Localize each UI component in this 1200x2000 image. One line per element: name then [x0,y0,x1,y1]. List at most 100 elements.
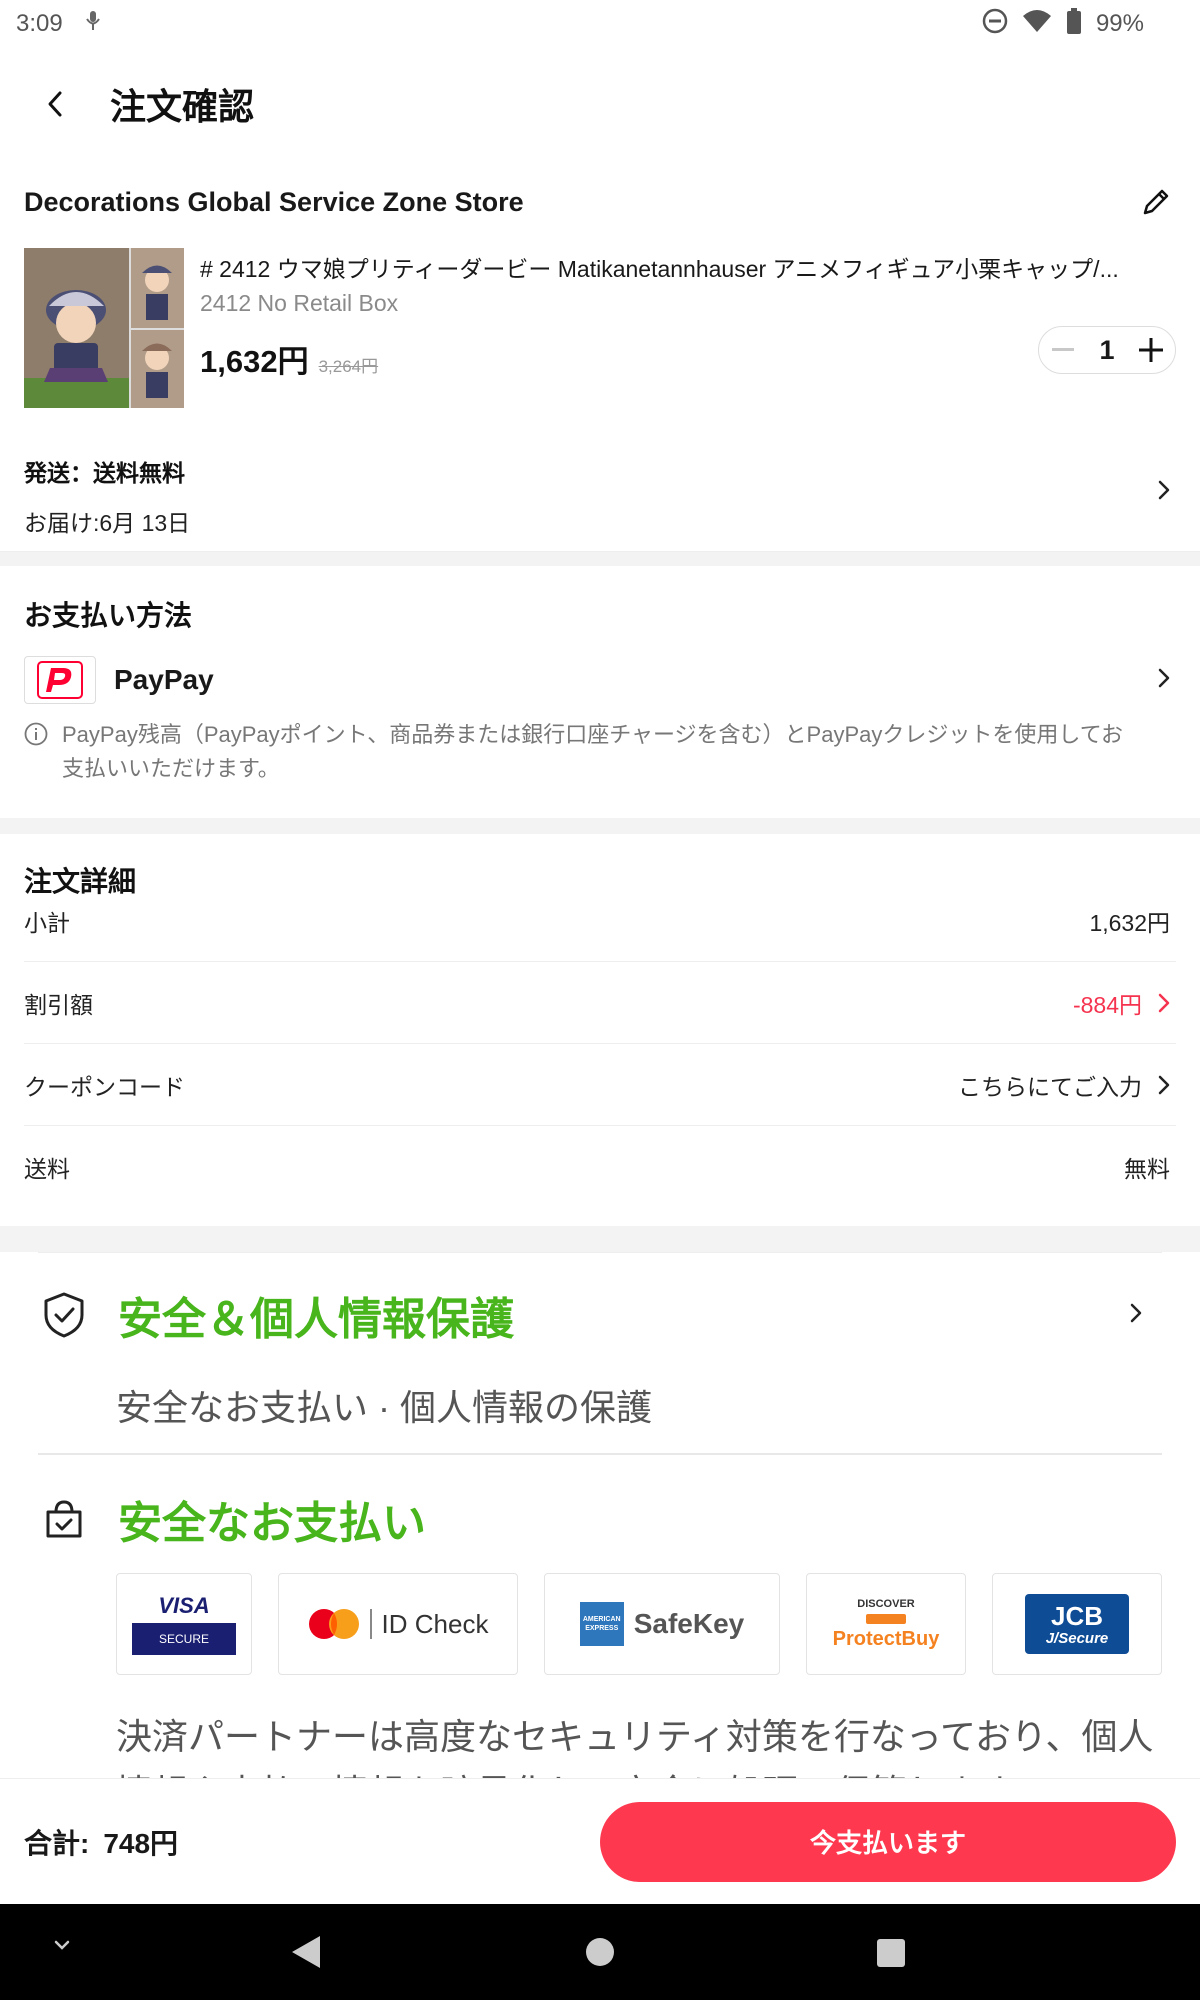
coupon-value-group: こちらにてご入力 [958,1068,1176,1102]
chevron-right-icon [1158,480,1170,505]
total-value: 748円 [103,1827,179,1859]
payment-method-title: お支払い方法 [24,600,193,631]
product-title: # 2412 ウマ娘プリティーダービー Matikanetannhauser ア… [200,256,1119,282]
subtotal-value: 1,632円 [1089,909,1170,936]
triangle-back-icon [292,1936,320,1968]
nav-collapse-button[interactable] [52,1938,72,1952]
visa-text: VISA [158,1593,210,1618]
protectbuy-text: ProtectBuy [832,1627,940,1650]
battery-icon [1066,7,1082,41]
price-current: 1,632円 [200,344,309,379]
order-details-list: 小計 1,632円 割引額 -884円 クーポンコード こちらにてご入力 送料 … [24,880,1176,1208]
shipping-fee-value: 無料 [1124,1156,1170,1182]
visa-secure-text: SECURE [132,1623,236,1655]
chevron-right-icon [1158,993,1170,1012]
pencil-icon [1143,189,1169,215]
info-icon [24,722,48,786]
store-section: Decorations Global Service Zone Store [0,170,1200,234]
nav-recents-button[interactable] [876,1938,906,1968]
decrease-quantity-button[interactable] [1049,336,1077,364]
paypay-note-text: PayPay残高（PayPayポイント、商品券または銀行口座チャージを含む）とP… [62,722,1124,781]
section-divider [0,818,1200,834]
circle-home-icon [586,1938,614,1966]
system-nav-bar [0,1904,1200,2000]
do-not-disturb-icon [982,8,1008,41]
product-price: 1,632円 3,264円 [200,336,378,381]
order-total: 合計: 748円 [24,1822,178,1862]
safekey-text: SafeKey [633,1608,745,1639]
paypay-label: PayPay [114,664,214,695]
battery-percent: 99% [1095,10,1144,37]
mastercard-icon [308,1609,359,1639]
store-name: Decorations Global Service Zone Store [24,186,524,217]
chevron-right-icon [1158,668,1170,693]
id-check-text: ID Check [381,1608,489,1639]
visa-secure-badge: VISA SECURE [116,1573,252,1675]
product-image[interactable] [24,248,184,408]
microphone-icon [85,10,101,39]
page-title: 注文確認 [110,86,255,127]
nav-back-button[interactable] [290,1934,322,1970]
jcb-logo-icon: JCB J/Secure [1025,1594,1129,1654]
payment-method-section: お支払い方法 PayPay PayPay残高（PayPayポイント、商品券または… [0,566,1200,818]
secure-payment-header: 安全なお支払い [38,1487,426,1551]
chevron-right-icon [1158,1075,1170,1094]
discover-protectbuy-badge: DISCOVER ProtectBuy [806,1573,966,1675]
section-divider [0,1226,1200,1252]
chevron-right-icon [1130,1303,1142,1328]
nav-home-button[interactable] [584,1936,616,1968]
status-bar: 3:09 99% [0,0,1200,48]
security-header[interactable]: 安全＆個人情報保護 [38,1283,1162,1347]
store-header: Decorations Global Service Zone Store [0,170,1200,234]
coupon-value: こちらにてご入力 [958,1073,1142,1100]
edit-button[interactable] [1136,182,1176,222]
shield-check-icon [38,1289,90,1341]
shipping-method: 発送：送料無料 [24,460,185,486]
increase-quantity-button[interactable] [1137,336,1165,364]
back-button[interactable] [0,48,110,160]
app-header: 注文確認 [0,48,1200,160]
coupon-row[interactable]: クーポンコード こちらにてご入力 [24,1044,1176,1126]
paypay-logo-icon [24,656,96,704]
wifi-icon [1022,9,1052,40]
delivery-date: お届け:6月 13日 [24,510,191,536]
paypay-option[interactable]: PayPay [24,656,1176,704]
discount-row[interactable]: 割引額 -884円 [24,962,1176,1044]
security-title: 安全＆個人情報保護 [118,1295,514,1344]
amex-safekey-badge: AMERICAN EXPRESS SafeKey [544,1573,780,1675]
price-original: 3,264円 [318,357,379,376]
jsecure-text: J/Secure [1045,1629,1109,1647]
security-badges: VISA SECURE ID Check AMERICAN EXPRESS Sa… [116,1573,1162,1675]
shopping-bag-check-icon [38,1493,90,1545]
total-label: 合計: [24,1827,90,1859]
pay-now-button[interactable]: 今支払います [600,1801,1176,1882]
shipping-fee-row: 送料 無料 [24,1126,1176,1208]
plus-icon [1139,338,1163,362]
discount-value: -884円 [1072,991,1142,1018]
mastercard-id-check-badge: ID Check [278,1573,518,1675]
checkout-bar: 合計: 748円 今支払います [0,1778,1200,1904]
security-card: 安全＆個人情報保護 安全なお支払い · 個人情報の保護 安全なお支払い VISA… [38,1252,1162,1779]
discover-text: DISCOVER [857,1597,915,1610]
paypay-note: PayPay残高（PayPayポイント、商品券または銀行口座チャージを含む）とP… [24,718,1144,786]
security-divider [38,1453,1162,1455]
chevron-left-icon [48,91,62,117]
badge-separator [369,1609,372,1639]
product-variant: 2412 No Retail Box [200,290,399,316]
discount-label: 割引額 [24,991,93,1018]
subtotal-label: 小計 [24,909,70,936]
secure-payment-title: 安全なお支払い [118,1499,426,1548]
quantity-value[interactable]: 1 [1099,335,1114,366]
security-subtitle: 安全なお支払い · 個人情報の保護 [116,1387,652,1428]
coupon-label: クーポンコード [24,1073,185,1100]
shipping-fee-label: 送料 [24,1156,70,1182]
jcb-jsecure-badge: JCB J/Secure [992,1573,1162,1675]
amex-logo-icon: AMERICAN EXPRESS [579,1602,624,1646]
discover-bar-icon [866,1613,906,1624]
discount-value-group: -884円 [1073,986,1176,1020]
shipping-row[interactable]: 発送：送料無料 お届け:6月 13日 [0,430,1200,552]
square-recents-icon [877,1939,905,1967]
minus-icon [1052,348,1074,351]
security-description: 決済パートナーは高度なセキュリティ対策を行なっており、個人情報や支払い情報を暗号… [116,1716,1154,1779]
section-divider [0,552,1200,566]
